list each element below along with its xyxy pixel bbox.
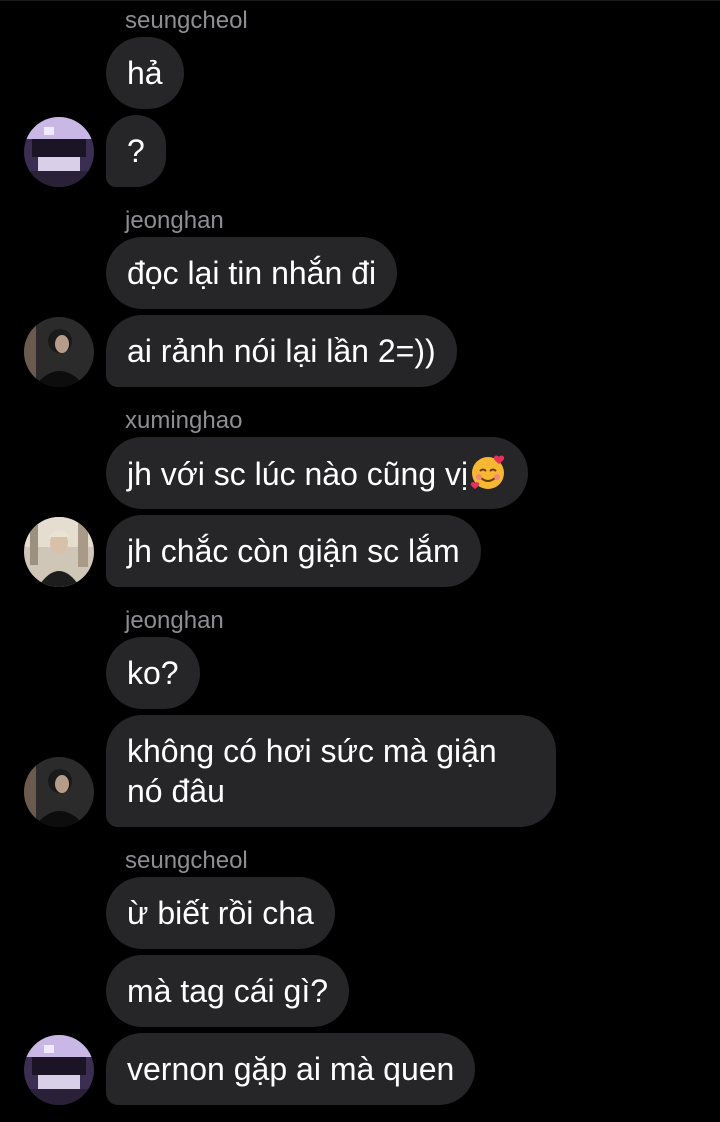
sender-name: xuminghao: [125, 407, 243, 434]
avatar[interactable]: [24, 757, 94, 827]
message-text: không có hơi sức mà giận: [127, 733, 497, 769]
message-bubble[interactable]: đọc lại tin nhắn đi: [106, 237, 398, 309]
message-text: ai rảnh nói lại lần 2=)): [127, 333, 436, 369]
message-bubble[interactable]: không có hơi sức mà giận nó đâu: [106, 715, 556, 827]
message-bubble[interactable]: jh chắc còn giận sc lắm: [106, 515, 481, 587]
sender-name: seungcheol: [125, 847, 248, 874]
avatar[interactable]: [24, 517, 94, 587]
message-bubble[interactable]: jh với sc lúc nào cũng vị: [106, 437, 529, 509]
message-text: ko?: [127, 655, 179, 691]
sender-name: jeonghan: [125, 607, 224, 634]
avatar[interactable]: [24, 317, 94, 387]
message-text: nó đâu: [127, 773, 225, 809]
message-text: vernon gặp ai mà quen: [127, 1051, 455, 1087]
sender-name: jeonghan: [125, 207, 224, 234]
message-text: jh với sc lúc nào cũng vị: [127, 456, 469, 492]
message-bubble[interactable]: vernon gặp ai mà quen: [106, 1033, 476, 1105]
message-text: ?: [127, 133, 145, 169]
avatar[interactable]: [24, 1035, 94, 1105]
message-text: mà tag cái gì?: [127, 973, 328, 1009]
message-bubble[interactable]: hả: [106, 37, 184, 109]
top-divider: [0, 0, 720, 1]
message-text: jh chắc còn giận sc lắm: [127, 533, 460, 569]
message-bubble[interactable]: ừ biết rồi cha: [106, 877, 335, 949]
sender-name: seungcheol: [125, 7, 248, 34]
message-bubble[interactable]: ?: [106, 115, 166, 187]
smiling-face-with-hearts-icon: [470, 455, 505, 489]
avatar[interactable]: [24, 117, 94, 187]
message-text: đọc lại tin nhắn đi: [127, 255, 377, 291]
message-bubble[interactable]: ko?: [106, 637, 200, 709]
message-bubble[interactable]: ai rảnh nói lại lần 2=)): [106, 315, 457, 387]
message-text: ừ biết rồi cha: [127, 895, 314, 931]
message-bubble[interactable]: mà tag cái gì?: [106, 955, 349, 1027]
message-text: hả: [127, 55, 163, 91]
